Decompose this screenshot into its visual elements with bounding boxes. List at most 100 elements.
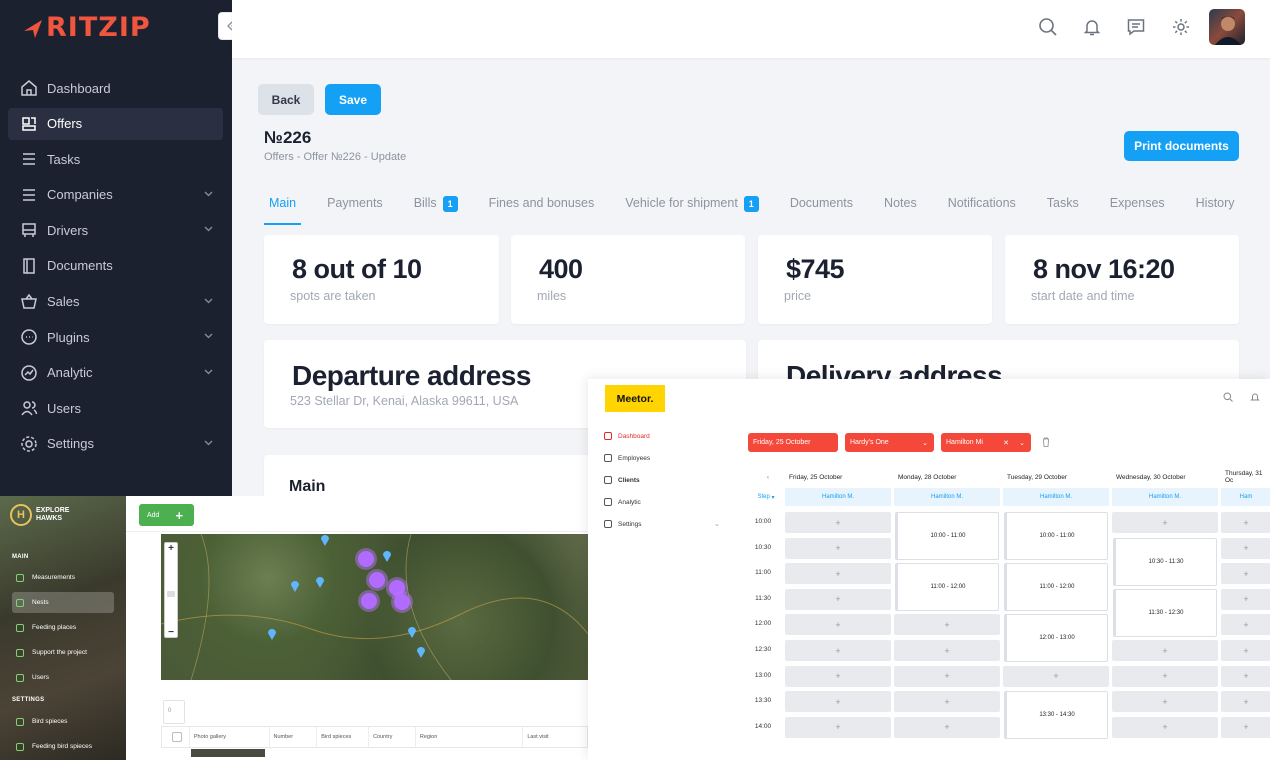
sidebar-item-tasks[interactable]: Tasks — [8, 143, 223, 175]
tab-vehicle-for-shipment[interactable]: Vehicle for shipment 1 — [620, 196, 764, 226]
sidebar-item-companies[interactable]: Companies — [8, 179, 223, 211]
nest-pin-icon[interactable] — [316, 576, 324, 588]
sidebar-item-sales[interactable]: Sales — [8, 286, 223, 318]
sidebar-item-plugins[interactable]: Plugins — [8, 321, 223, 353]
filter-select[interactable]: 0 — [163, 700, 185, 724]
select-all-cell[interactable] — [162, 727, 190, 747]
clear-icon[interactable]: ✕ — [1003, 439, 1009, 447]
tab-expenses[interactable]: Expenses — [1105, 196, 1170, 226]
step-select[interactable]: Step ▾ — [748, 488, 784, 506]
column-header[interactable]: Photo gallery — [190, 727, 270, 747]
booking[interactable]: 13:30 - 14:30 — [1004, 691, 1108, 739]
search-icon[interactable] — [1223, 392, 1233, 402]
zoom-in-button[interactable]: + — [165, 543, 177, 554]
nest-cluster[interactable] — [361, 593, 377, 609]
company-filter[interactable]: Hardy's One ⌄ — [845, 433, 934, 452]
column-header[interactable]: Last visit — [523, 727, 587, 747]
empty-slot[interactable]: + — [1112, 640, 1218, 661]
booking[interactable]: 10:30 - 11:30 — [1113, 538, 1217, 586]
trash-icon[interactable] — [1042, 437, 1050, 447]
column-header[interactable]: Bird spieces — [317, 727, 370, 747]
empty-slot[interactable]: + — [785, 665, 891, 687]
empty-slot[interactable]: + — [785, 588, 891, 610]
empty-slot[interactable]: + — [1112, 716, 1218, 738]
meetor-nav-employees[interactable]: Employees — [604, 454, 650, 462]
empty-slot[interactable]: + — [1221, 691, 1270, 713]
empty-slot[interactable]: + — [1221, 716, 1270, 738]
tab-documents[interactable]: Documents — [785, 196, 858, 226]
tab-fines-and-bonuses[interactable]: Fines and bonuses — [484, 196, 600, 226]
photo-thumbnail[interactable] — [191, 749, 265, 757]
explore-nav-bird-spieces[interactable]: Bird spieces — [12, 711, 114, 732]
empty-slot[interactable]: + — [1112, 512, 1218, 533]
sidebar-item-settings[interactable]: Settings — [8, 428, 223, 460]
date-filter[interactable]: Friday, 25 October — [748, 433, 838, 452]
empty-slot[interactable]: + — [1221, 640, 1270, 661]
empty-slot[interactable]: + — [1221, 588, 1270, 610]
booking[interactable]: 11:00 - 12:00 — [1004, 563, 1108, 611]
nest-cluster[interactable] — [358, 551, 374, 567]
explore-nav-support[interactable]: Support the project — [12, 642, 114, 663]
empty-slot[interactable]: + — [785, 716, 891, 738]
message-icon[interactable] — [1126, 17, 1146, 37]
explore-nav-users[interactable]: Users — [12, 667, 114, 688]
empty-slot[interactable]: + — [785, 563, 891, 585]
explore-nav-feeding-bird[interactable]: Feeding bird spieces — [12, 736, 114, 757]
prev-week-button[interactable]: ‹ — [748, 467, 784, 487]
sidebar-item-documents[interactable]: Documents — [8, 250, 223, 282]
tab-payments[interactable]: Payments — [322, 196, 388, 226]
empty-slot[interactable]: + — [785, 640, 891, 661]
nest-cluster[interactable] — [369, 572, 385, 588]
empty-slot[interactable]: + — [1112, 665, 1218, 687]
empty-slot[interactable]: + — [1112, 691, 1218, 713]
nests-map[interactable] — [161, 534, 588, 680]
back-button[interactable]: Back — [258, 84, 314, 115]
empty-slot[interactable]: + — [1003, 665, 1109, 687]
nest-pin-icon[interactable] — [291, 580, 299, 592]
booking[interactable]: 11:00 - 12:00 — [895, 563, 999, 611]
meetor-nav-analytic[interactable]: Analytic — [604, 498, 641, 506]
nest-pin-icon[interactable] — [268, 628, 276, 640]
explore-nav-feeding[interactable]: Feeding places — [12, 617, 114, 638]
add-button[interactable]: Add + — [139, 504, 194, 526]
sidebar-item-offers[interactable]: Offers — [8, 107, 223, 140]
user-avatar[interactable] — [1209, 9, 1245, 45]
explore-nav-nests[interactable]: Nests — [12, 592, 114, 613]
booking[interactable]: 12:00 - 13:00 — [1004, 614, 1108, 662]
tab-bills[interactable]: Bills 1 — [409, 196, 463, 226]
empty-slot[interactable]: + — [785, 537, 891, 559]
empty-slot[interactable]: + — [894, 665, 1000, 687]
empty-slot[interactable]: + — [1221, 537, 1270, 559]
checkbox[interactable] — [172, 732, 182, 742]
sidebar-item-dashboard[interactable]: Dashboard — [8, 72, 223, 104]
nest-pin-icon[interactable] — [321, 534, 329, 546]
nest-cluster[interactable] — [394, 594, 410, 610]
empty-slot[interactable]: + — [894, 716, 1000, 738]
empty-slot[interactable]: + — [785, 691, 891, 713]
search-icon[interactable] — [1038, 17, 1058, 37]
column-header[interactable]: Region — [416, 727, 524, 747]
empty-slot[interactable]: + — [1221, 665, 1270, 687]
meetor-nav-settings[interactable]: Settings — [604, 520, 642, 528]
booking[interactable]: 11:30 - 12:30 — [1113, 589, 1217, 637]
empty-slot[interactable]: + — [785, 512, 891, 533]
empty-slot[interactable]: + — [1221, 563, 1270, 585]
explore-nav-measurements[interactable]: Measurements — [12, 567, 114, 588]
booking[interactable]: 10:00 - 11:00 — [1004, 512, 1108, 560]
brand-logo[interactable]: RITZIP — [22, 12, 151, 43]
tab-history[interactable]: History — [1191, 196, 1240, 226]
print-documents-button[interactable]: Print documents — [1124, 131, 1239, 161]
bell-icon[interactable] — [1082, 17, 1102, 37]
column-header[interactable]: Country — [369, 727, 416, 747]
tab-main[interactable]: Main — [264, 196, 302, 226]
empty-slot[interactable]: + — [1221, 614, 1270, 636]
empty-slot[interactable]: + — [894, 691, 1000, 713]
meetor-nav-dashboard[interactable]: Dashboard — [604, 432, 650, 440]
empty-slot[interactable]: + — [1221, 512, 1270, 533]
booking[interactable]: 10:00 - 11:00 — [895, 512, 999, 560]
sidebar-item-drivers[interactable]: Drivers — [8, 214, 223, 246]
settings-icon[interactable] — [1171, 17, 1191, 37]
tab-tasks[interactable]: Tasks — [1042, 196, 1084, 226]
nest-pin-icon[interactable] — [383, 550, 391, 562]
meetor-nav-clients[interactable]: Clients — [604, 476, 640, 484]
